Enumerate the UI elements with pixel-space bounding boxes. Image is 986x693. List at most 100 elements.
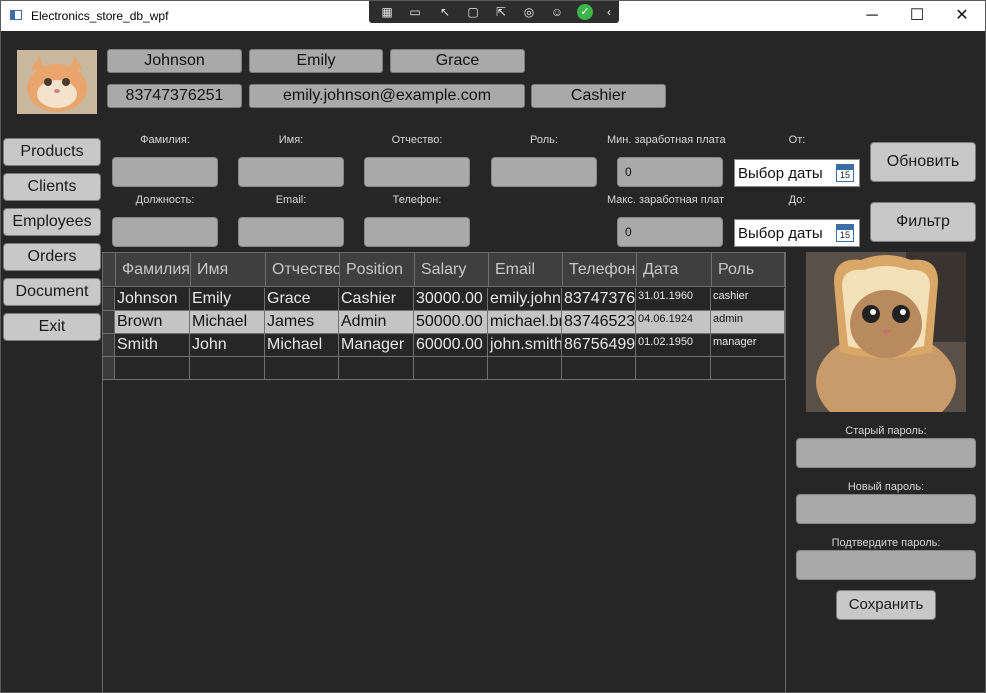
track-focus-icon[interactable]: ⇱	[493, 4, 509, 20]
nav-orders-button[interactable]: Orders	[3, 243, 101, 271]
filter-first-name-input[interactable]	[238, 157, 344, 187]
nav-products-button[interactable]: Products	[3, 138, 101, 166]
cell-empty[interactable]	[636, 357, 711, 380]
column-header-middle-name[interactable]: Отчество	[266, 253, 340, 287]
cell-phone[interactable]: 86756499	[562, 334, 636, 357]
new-password-input[interactable]	[796, 494, 976, 524]
cell-role[interactable]: cashier	[711, 288, 785, 311]
filter-last-name-label: Фамилия:	[140, 134, 190, 146]
cell-empty[interactable]	[339, 357, 414, 380]
cell-date[interactable]: 04.06.1924	[636, 311, 711, 334]
column-header-role[interactable]: Роль	[712, 253, 785, 287]
cell-first-name[interactable]: Michael	[190, 311, 265, 334]
row-header[interactable]	[103, 288, 115, 311]
live-tree-icon[interactable]: ▦	[379, 4, 395, 20]
maximize-button[interactable]: ☐	[894, 1, 940, 31]
cell-role[interactable]: admin	[711, 311, 785, 334]
minimize-button[interactable]: ─	[849, 1, 895, 31]
user-last-name: Johnson	[107, 49, 242, 73]
filter-middle-name-input[interactable]	[364, 157, 470, 187]
cell-role[interactable]: manager	[711, 334, 785, 357]
cell-position[interactable]: Admin	[339, 311, 414, 334]
nav-exit-button[interactable]: Exit	[3, 313, 101, 341]
filter-min-salary-input[interactable]: 0	[617, 157, 723, 187]
cell-middle-name[interactable]: Michael	[265, 334, 339, 357]
column-header-date[interactable]: Дата	[637, 253, 712, 287]
filter-role-input[interactable]	[491, 157, 597, 187]
cell-position[interactable]: Manager	[339, 334, 414, 357]
filter-last-name-input[interactable]	[112, 157, 218, 187]
close-button[interactable]: ✕	[939, 1, 985, 31]
cell-first-name[interactable]: John	[190, 334, 265, 357]
collapse-icon[interactable]: ‹	[601, 4, 617, 20]
filter-phone-input[interactable]	[364, 217, 470, 247]
column-header-phone[interactable]: Телефон	[563, 253, 637, 287]
cell-empty[interactable]	[711, 357, 785, 380]
cat-avatar-image	[17, 50, 97, 114]
user-avatar	[17, 50, 97, 114]
column-header-salary[interactable]: Salary	[415, 253, 489, 287]
cell-empty[interactable]	[265, 357, 339, 380]
accessibility-icon[interactable]: ☺	[549, 4, 565, 20]
column-header-first-name[interactable]: Имя	[191, 253, 266, 287]
filter-email-label: Email:	[275, 194, 307, 206]
column-header-position[interactable]: Position	[340, 253, 415, 287]
old-password-label: Старый пароль:	[845, 425, 927, 437]
cell-last-name[interactable]: Johnson	[115, 288, 190, 311]
display-layout-icon[interactable]: ▢	[465, 4, 481, 20]
row-header[interactable]	[103, 357, 115, 380]
employee-photo	[806, 252, 966, 412]
cell-position[interactable]: Cashier	[339, 288, 414, 311]
old-password-input[interactable]	[796, 438, 976, 468]
window-title: Electronics_store_db_wpf	[31, 9, 169, 23]
check-ok-icon[interactable]: ✓	[577, 4, 593, 20]
cell-empty[interactable]	[414, 357, 488, 380]
nav-document-button[interactable]: Document	[3, 278, 101, 306]
save-password-button[interactable]: Сохранить	[836, 590, 936, 620]
cell-empty[interactable]	[488, 357, 562, 380]
filter-max-salary-input[interactable]: 0	[617, 217, 723, 247]
cell-email[interactable]: emily.johnson@example.com	[488, 288, 562, 311]
nav-employees-button[interactable]: Employees	[3, 208, 101, 236]
refresh-button[interactable]: Обновить	[870, 142, 976, 182]
cell-date[interactable]: 31.01.1960	[636, 288, 711, 311]
hot-reload-icon[interactable]: ◎	[521, 4, 537, 20]
cell-phone[interactable]: 83746523	[562, 311, 636, 334]
select-element-icon[interactable]: ↖	[437, 4, 453, 20]
filter-position-input[interactable]	[112, 217, 218, 247]
date-to-picker[interactable]: Выбор даты 15	[734, 219, 860, 247]
cell-empty[interactable]	[190, 357, 265, 380]
filter-email-input[interactable]	[238, 217, 344, 247]
filter-button[interactable]: Фильтр	[870, 202, 976, 242]
date-from-picker[interactable]: Выбор даты 15	[734, 159, 860, 187]
cell-first-name[interactable]: Emily	[190, 288, 265, 311]
cell-email[interactable]: michael.brown@example.com	[488, 311, 562, 334]
record-icon[interactable]: ▭	[407, 4, 423, 20]
column-header-last-name[interactable]: Фамилия	[116, 253, 191, 287]
cell-salary[interactable]: 60000.00	[414, 334, 488, 357]
column-header-email[interactable]: Email	[489, 253, 563, 287]
confirm-password-input[interactable]	[796, 550, 976, 580]
filter-role-label: Роль:	[530, 134, 558, 146]
filter-position-label: Должность:	[135, 194, 195, 206]
calendar-icon[interactable]: 15	[836, 224, 854, 242]
employees-data-grid: Фамилия Имя Отчество Position Salary Ema…	[102, 252, 786, 692]
cell-date[interactable]: 01.02.1950	[636, 334, 711, 357]
cell-middle-name[interactable]: James	[265, 311, 339, 334]
filter-phone-label: Телефон:	[392, 194, 442, 206]
cell-salary[interactable]: 50000.00	[414, 311, 488, 334]
cell-phone[interactable]: 83747376251	[562, 288, 636, 311]
cell-last-name[interactable]: Smith	[115, 334, 190, 357]
cell-email[interactable]: john.smith@example.com	[488, 334, 562, 357]
filter-min-salary-label: Мин. заработная плата	[607, 134, 726, 146]
row-header[interactable]	[103, 311, 115, 334]
nav-clients-button[interactable]: Clients	[3, 173, 101, 201]
cell-last-name[interactable]: Brown	[115, 311, 190, 334]
cell-empty[interactable]	[115, 357, 190, 380]
calendar-icon[interactable]: 15	[836, 164, 854, 182]
row-header[interactable]	[103, 334, 115, 357]
cell-salary[interactable]: 30000.00	[414, 288, 488, 311]
debug-toolbar: ▦ ▭ ↖ ▢ ⇱ ◎ ☺ ✓ ‹	[369, 1, 619, 23]
cell-empty[interactable]	[562, 357, 636, 380]
cell-middle-name[interactable]: Grace	[265, 288, 339, 311]
